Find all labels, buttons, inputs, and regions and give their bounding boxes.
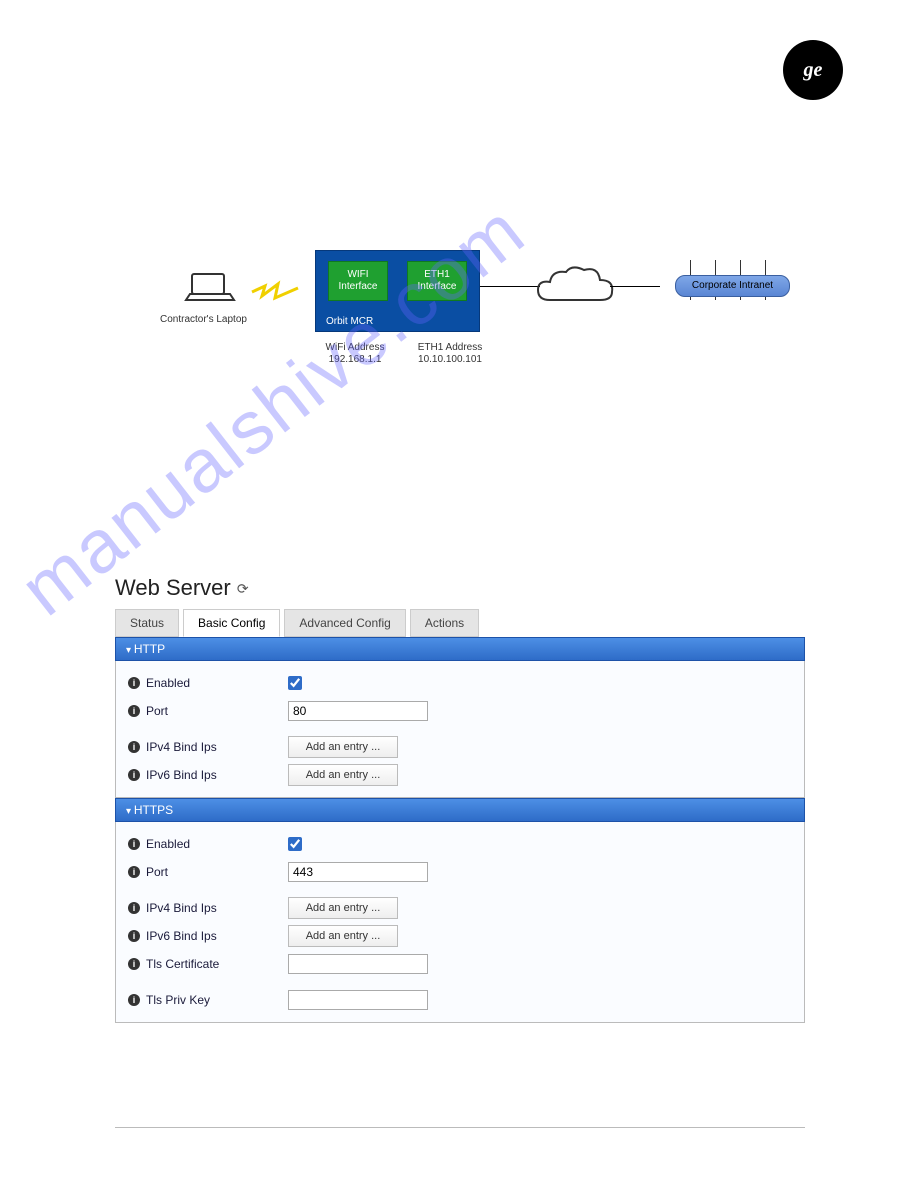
info-icon[interactable]: i: [128, 994, 140, 1006]
tab-bar: Status Basic Config Advanced Config Acti…: [115, 609, 805, 637]
tab-basic-config[interactable]: Basic Config: [183, 609, 280, 637]
info-icon[interactable]: i: [128, 958, 140, 970]
corporate-intranet-node: Corporate Intranet: [675, 275, 790, 297]
https-ipv4-add-entry-button[interactable]: Add an entry ...: [288, 897, 398, 919]
laptop-label: Contractor's Laptop: [160, 314, 247, 325]
http-ipv6-label: iIPv6 Bind Ips: [128, 768, 288, 782]
ge-logo-icon: ge: [783, 40, 843, 100]
https-enabled-label: iEnabled: [128, 837, 288, 851]
cloud-icon: [530, 260, 620, 315]
https-tls-key-label: iTls Priv Key: [128, 993, 288, 1007]
http-ipv4-label: iIPv4 Bind Ips: [128, 740, 288, 754]
https-tls-cert-label: iTls Certificate: [128, 957, 288, 971]
https-tls-cert-input[interactable]: [288, 954, 428, 974]
tab-actions[interactable]: Actions: [410, 609, 479, 637]
info-icon[interactable]: i: [128, 866, 140, 878]
https-port-input[interactable]: [288, 862, 428, 882]
info-icon[interactable]: i: [128, 677, 140, 689]
network-diagram: Contractor's Laptop WIFIInterface ETH1In…: [150, 250, 800, 380]
https-ipv4-label: iIPv4 Bind Ips: [128, 901, 288, 915]
http-ipv4-add-entry-button[interactable]: Add an entry ...: [288, 736, 398, 758]
wifi-interface: WIFIInterface: [328, 261, 388, 301]
lightning-icon: [250, 280, 300, 305]
info-icon[interactable]: i: [128, 741, 140, 753]
info-icon[interactable]: i: [128, 769, 140, 781]
http-enabled-checkbox[interactable]: [288, 676, 302, 690]
https-ipv6-add-entry-button[interactable]: Add an entry ...: [288, 925, 398, 947]
ge-logo: ge: [783, 40, 843, 100]
info-icon[interactable]: i: [128, 902, 140, 914]
https-port-label: iPort: [128, 865, 288, 879]
info-icon[interactable]: i: [128, 705, 140, 717]
https-section-header[interactable]: HTTPS: [115, 798, 805, 822]
http-enabled-label: iEnabled: [128, 676, 288, 690]
refresh-icon[interactable]: ⟳: [237, 581, 249, 597]
http-section-header[interactable]: HTTP: [115, 637, 805, 661]
wifi-address-label: WiFi Address192.168.1.1: [315, 342, 395, 366]
tab-advanced-config[interactable]: Advanced Config: [284, 609, 405, 637]
orbit-mcr-box: WIFIInterface ETH1Interface Orbit MCR: [315, 250, 480, 332]
intranet-bus: Corporate Intranet: [660, 260, 800, 310]
connector-line: [610, 286, 660, 287]
https-ipv6-label: iIPv6 Bind Ips: [128, 929, 288, 943]
http-section-body: iEnabled iPort iIPv4 Bind Ips Add an ent…: [115, 661, 805, 798]
info-icon[interactable]: i: [128, 930, 140, 942]
footer-divider: [115, 1127, 805, 1128]
laptop-icon: [180, 270, 240, 310]
eth1-address-label: ETH1 Address10.10.100.101: [410, 342, 490, 366]
http-port-input[interactable]: [288, 701, 428, 721]
panel-title: Web Server ⟳: [115, 575, 805, 601]
https-tls-key-input[interactable]: [288, 990, 428, 1010]
web-server-panel: Web Server ⟳ Status Basic Config Advance…: [115, 575, 805, 1023]
eth1-interface: ETH1Interface: [407, 261, 467, 301]
http-port-label: iPort: [128, 704, 288, 718]
tab-status[interactable]: Status: [115, 609, 179, 637]
http-ipv6-add-entry-button[interactable]: Add an entry ...: [288, 764, 398, 786]
orbit-mcr-label: Orbit MCR: [326, 316, 373, 327]
https-section-body: iEnabled iPort iIPv4 Bind Ips Add an ent…: [115, 822, 805, 1023]
info-icon[interactable]: i: [128, 838, 140, 850]
https-enabled-checkbox[interactable]: [288, 837, 302, 851]
